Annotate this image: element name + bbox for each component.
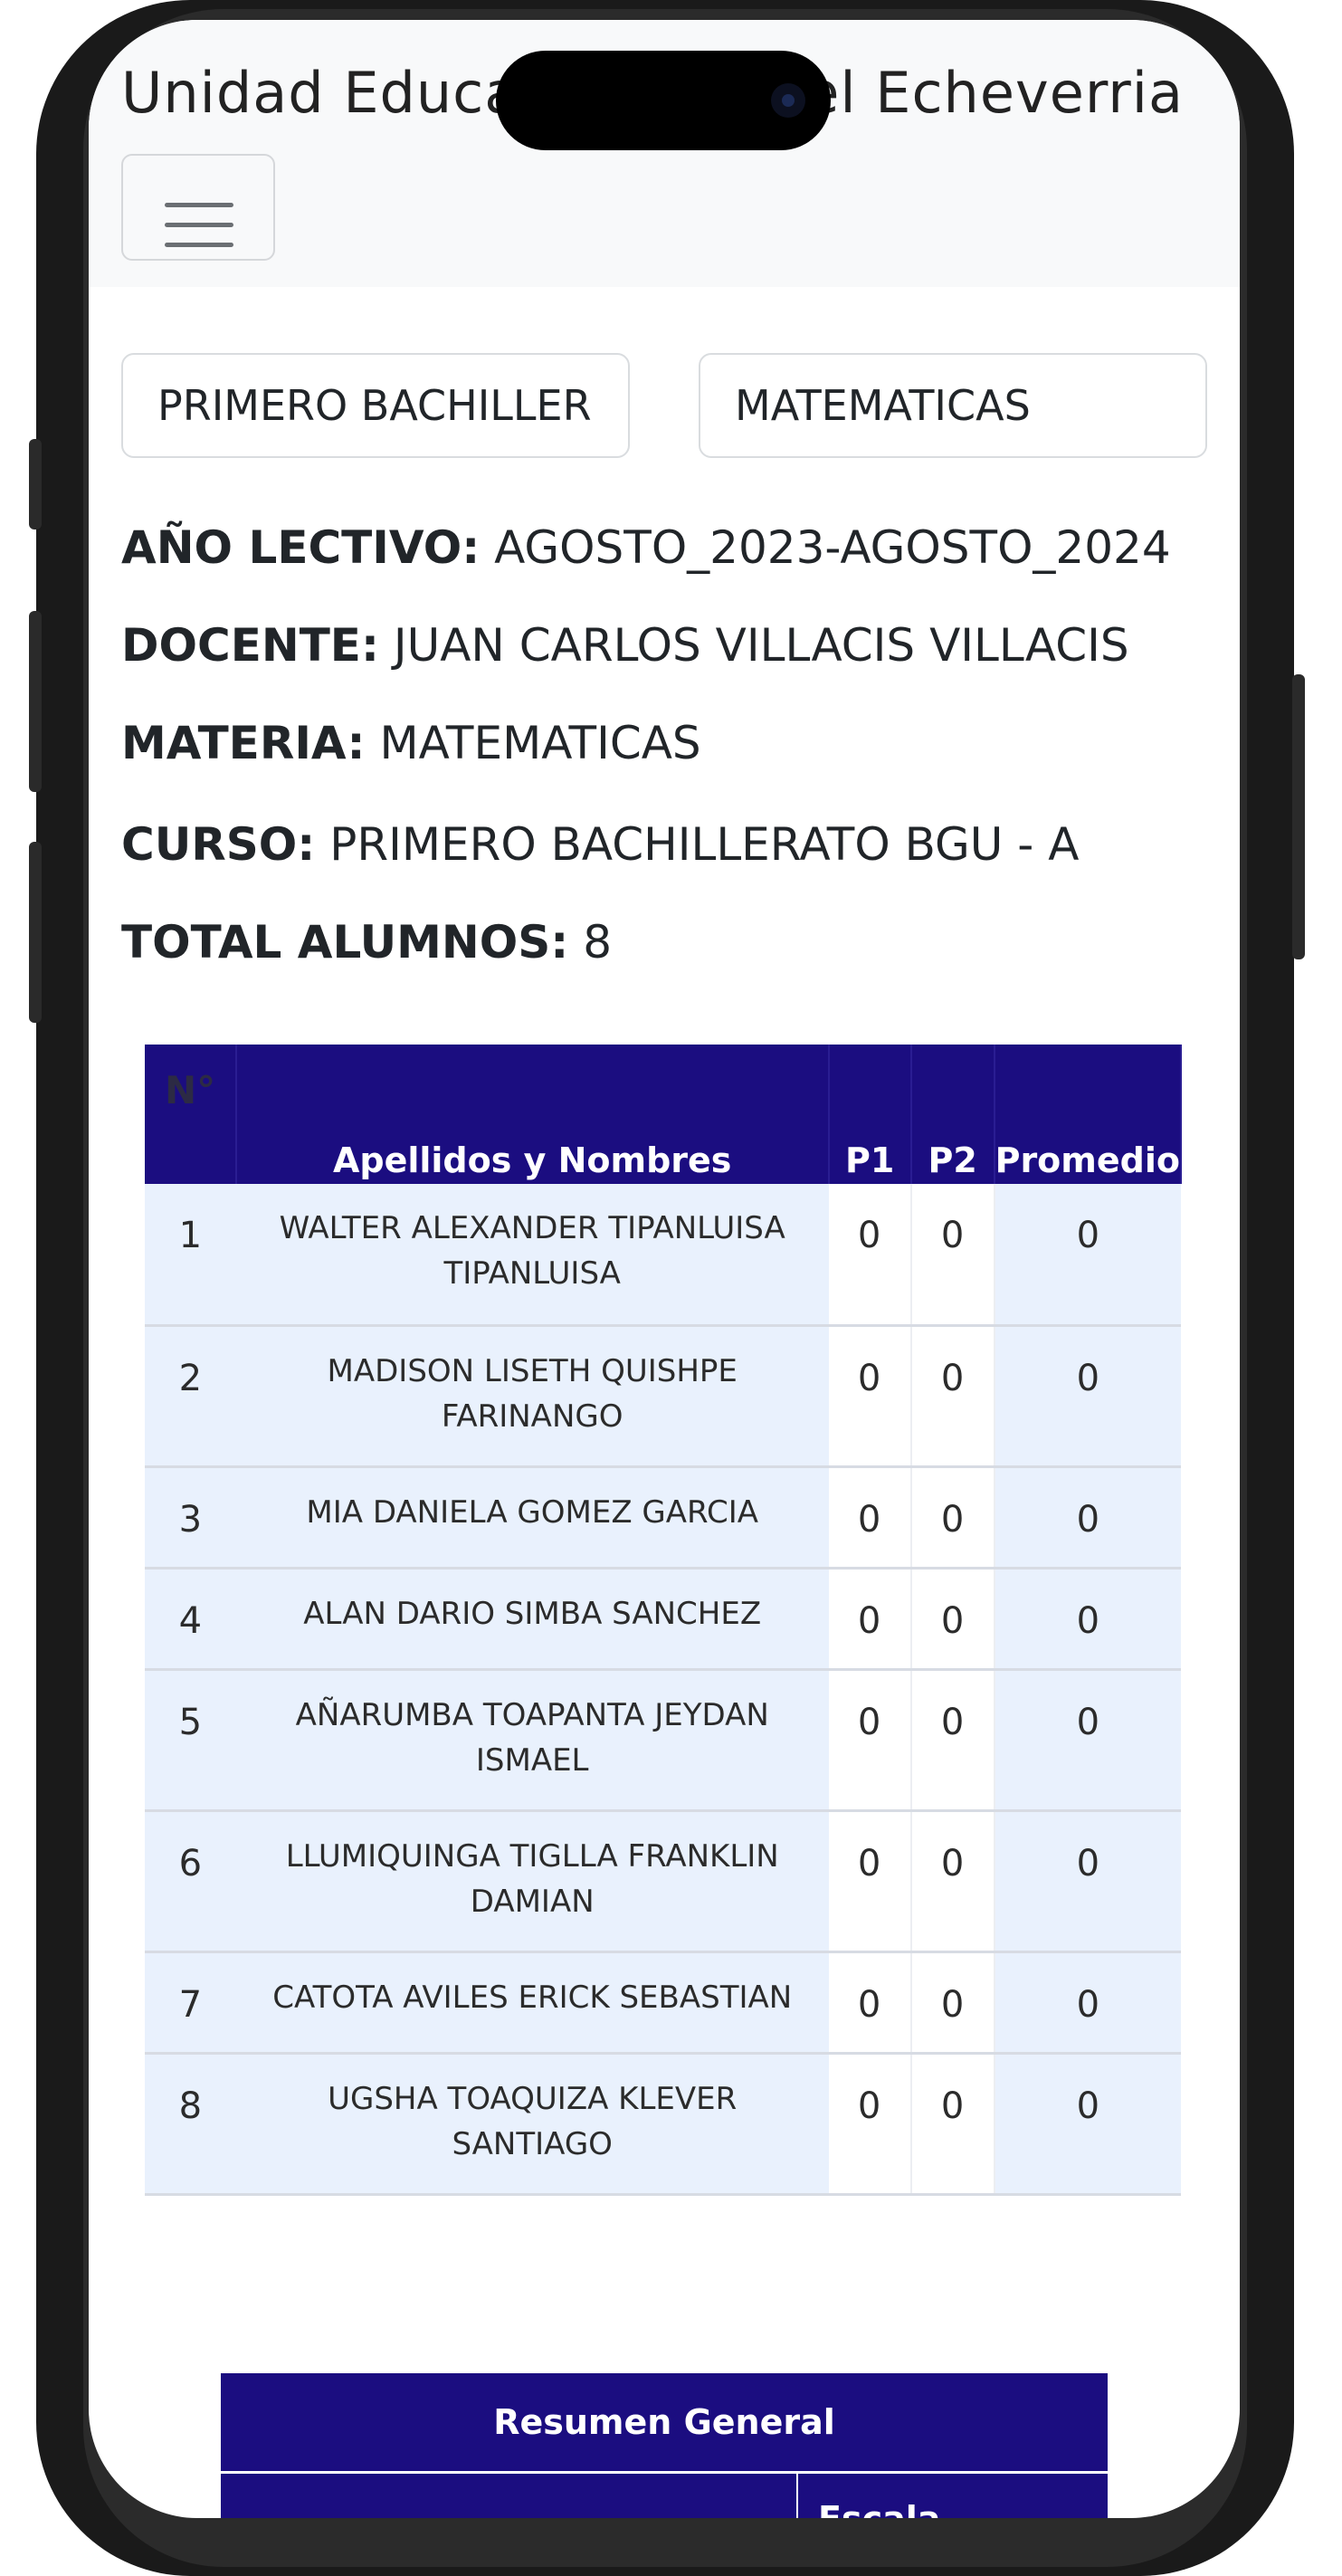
header-p2[interactable]: P2 xyxy=(910,1045,995,1184)
grade-p1[interactable]: 0 xyxy=(828,1325,912,1468)
summary-header-row: Escala xyxy=(221,2474,1108,2518)
table-row: 1 WALTER ALEXANDER TIPANLUISA TIPANLUISA… xyxy=(145,1184,1181,1327)
student-name: ALAN DARIO SIMBA SANCHEZ xyxy=(235,1568,829,1671)
student-name: MADISON LISETH QUISHPE FARINANGO xyxy=(235,1325,829,1468)
grade-promedio: 0 xyxy=(994,2053,1181,2196)
info-docente: DOCENTE: JUAN CARLOS VILLACIS VILLACIS xyxy=(121,619,1129,672)
summary-table: Resumen General Escala xyxy=(221,2373,1108,2518)
student-name: UGSHA TOAQUIZA KLEVER SANTIAGO xyxy=(235,2053,829,2196)
grade-p2[interactable]: 0 xyxy=(910,1568,995,1671)
info-materia: MATERIA: MATEMATICAS xyxy=(121,717,701,769)
grade-promedio: 0 xyxy=(994,1669,1181,1812)
row-number: 8 xyxy=(145,2053,236,2196)
curso-value: PRIMERO BACHILLERATO BGU - A xyxy=(329,818,1080,871)
table-row: 5 AÑARUMBA TOAPANTA JEYDAN ISMAEL 0 0 0 xyxy=(145,1669,1181,1812)
side-button-mute xyxy=(29,439,42,530)
student-name: WALTER ALEXANDER TIPANLUISA TIPANLUISA xyxy=(235,1184,829,1327)
grade-promedio: 0 xyxy=(994,1466,1181,1569)
student-name: MIA DANIELA GOMEZ GARCIA xyxy=(235,1466,829,1569)
grade-p2[interactable]: 0 xyxy=(910,1466,995,1569)
screen: Unidad Educativa Manuel Echeverria PRIME… xyxy=(89,20,1240,2518)
row-number: 3 xyxy=(145,1466,236,1569)
student-name: AÑARUMBA TOAPANTA JEYDAN ISMAEL xyxy=(235,1669,829,1812)
materia-label: MATERIA: xyxy=(121,717,366,769)
row-number: 2 xyxy=(145,1325,236,1468)
grade-p2[interactable]: 0 xyxy=(910,1184,995,1327)
header-name[interactable]: Apellidos y Nombres xyxy=(235,1045,830,1184)
info-total: TOTAL ALUMNOS: 8 xyxy=(121,916,612,968)
hamburger-icon xyxy=(165,203,233,207)
grade-promedio: 0 xyxy=(994,1951,1181,2055)
row-number: 4 xyxy=(145,1568,236,1671)
header-num[interactable]: N° xyxy=(145,1045,237,1184)
grade-p2[interactable]: 0 xyxy=(910,1325,995,1468)
header-p1[interactable]: P1 xyxy=(828,1045,912,1184)
grade-p1[interactable]: 0 xyxy=(828,2053,912,2196)
header-promedio[interactable]: Promedio xyxy=(994,1045,1183,1184)
table-row: 2 MADISON LISETH QUISHPE FARINANGO 0 0 0 xyxy=(145,1325,1181,1468)
table-header-row: N° Apellidos y Nombres P1 P2 Promedio xyxy=(145,1045,1183,1184)
row-number: 1 xyxy=(145,1184,236,1327)
grade-p2[interactable]: 0 xyxy=(910,2053,995,2196)
grade-promedio: 0 xyxy=(994,1810,1181,1953)
row-number: 7 xyxy=(145,1951,236,2055)
table-row: 6 LLUMIQUINGA TIGLLA FRANKLIN DAMIAN 0 0… xyxy=(145,1810,1181,1953)
camera-icon xyxy=(771,83,805,118)
total-value: 8 xyxy=(583,916,613,968)
grade-p1[interactable]: 0 xyxy=(828,1810,912,1953)
anio-value: AGOSTO_2023-AGOSTO_2024 xyxy=(494,521,1171,574)
side-button-power xyxy=(1292,674,1305,959)
info-curso: CURSO: PRIMERO BACHILLERATO BGU - A xyxy=(121,818,1079,871)
anio-label: AÑO LECTIVO: xyxy=(121,521,481,574)
grade-p2[interactable]: 0 xyxy=(910,1951,995,2055)
row-number: 6 xyxy=(145,1810,236,1953)
table-row: 4 ALAN DARIO SIMBA SANCHEZ 0 0 0 xyxy=(145,1568,1181,1671)
table-row: 7 CATOTA AVILES ERICK SEBASTIAN 0 0 0 xyxy=(145,1951,1181,2055)
materia-value: MATEMATICAS xyxy=(379,717,701,769)
row-number: 5 xyxy=(145,1669,236,1812)
materia-select[interactable]: MATEMATICAS xyxy=(699,353,1207,458)
grade-promedio: 0 xyxy=(994,1325,1181,1468)
docente-label: DOCENTE: xyxy=(121,619,379,672)
summary-title: Resumen General xyxy=(221,2373,1108,2474)
dynamic-island xyxy=(496,51,831,150)
hamburger-icon-line xyxy=(165,223,233,227)
grade-p1[interactable]: 0 xyxy=(828,1951,912,2055)
student-name: CATOTA AVILES ERICK SEBASTIAN xyxy=(235,1951,829,2055)
side-button-volume-up xyxy=(29,611,42,792)
table-row: 3 MIA DANIELA GOMEZ GARCIA 0 0 0 xyxy=(145,1466,1181,1569)
summary-scale-header: Escala xyxy=(818,2499,940,2518)
docente-value: JUAN CARLOS VILLACIS VILLACIS xyxy=(393,619,1129,672)
table-row: 8 UGSHA TOAQUIZA KLEVER SANTIAGO 0 0 0 xyxy=(145,2053,1181,2196)
curso-select[interactable]: PRIMERO BACHILLER xyxy=(121,353,630,458)
total-label: TOTAL ALUMNOS: xyxy=(121,916,569,968)
info-anio: AÑO LECTIVO: AGOSTO_2023-AGOSTO_2024 xyxy=(121,521,1171,574)
grade-promedio: 0 xyxy=(994,1184,1181,1327)
side-button-volume-down xyxy=(29,842,42,1023)
grade-p1[interactable]: 0 xyxy=(828,1568,912,1671)
menu-toggle-button[interactable] xyxy=(121,154,275,261)
curso-label: CURSO: xyxy=(121,818,316,871)
student-name: LLUMIQUINGA TIGLLA FRANKLIN DAMIAN xyxy=(235,1810,829,1953)
summary-divider xyxy=(796,2474,798,2518)
grade-p2[interactable]: 0 xyxy=(910,1669,995,1812)
grade-p1[interactable]: 0 xyxy=(828,1184,912,1327)
grade-promedio: 0 xyxy=(994,1568,1181,1671)
hamburger-icon-line xyxy=(165,243,233,247)
grades-table: N° Apellidos y Nombres P1 P2 Promedio 1 … xyxy=(145,1045,1183,2196)
grade-p1[interactable]: 0 xyxy=(828,1466,912,1569)
grade-p2[interactable]: 0 xyxy=(910,1810,995,1953)
grade-p1[interactable]: 0 xyxy=(828,1669,912,1812)
